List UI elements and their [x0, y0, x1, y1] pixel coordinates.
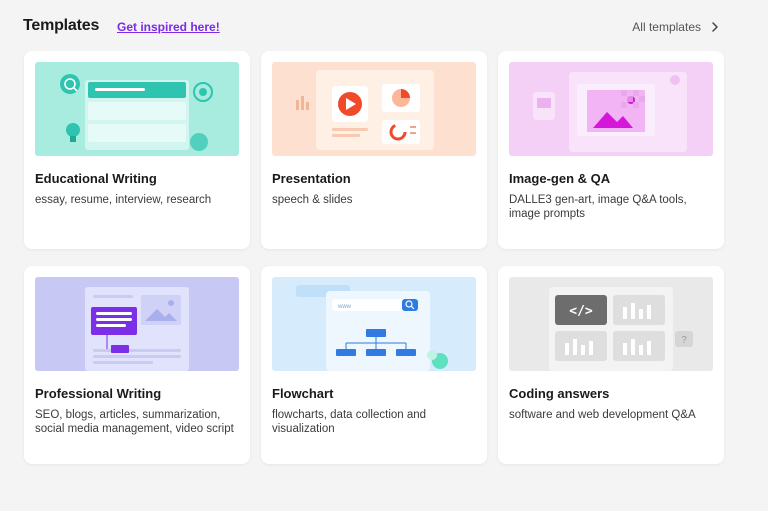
presentation-illustration — [272, 62, 476, 156]
card-description: software and web development Q&A — [509, 409, 696, 421]
template-card-professional-writing[interactable]: Professional Writing SEO, blogs, article… — [24, 266, 250, 464]
card-title: Educational Writing — [35, 171, 157, 186]
card-title: Image-gen & QA — [509, 171, 611, 186]
card-title: Presentation — [272, 171, 351, 186]
template-card-flowchart[interactable]: www Flowchart flowcharts, data collectio… — [261, 266, 487, 464]
card-description: essay, resume, interview, research — [35, 194, 212, 206]
professional-writing-illustration — [35, 277, 239, 371]
card-description: flowcharts, data collection and visualiz… — [272, 409, 427, 435]
educational-writing-illustration — [35, 62, 239, 156]
image-gen-illustration — [509, 62, 713, 156]
card-title: Professional Writing — [35, 386, 162, 401]
templates-header: Templates Get inspired here! All templat… — [23, 16, 723, 40]
template-card-presentation[interactable]: Presentation speech & slides — [261, 51, 487, 249]
flowchart-illustration: www — [272, 277, 476, 371]
page-title: Templates — [23, 17, 100, 34]
template-card-coding-answers[interactable]: </> ? Coding answers software and web de… — [498, 266, 724, 464]
get-inspired-link[interactable]: Get inspired here! — [117, 20, 220, 34]
card-title: Flowchart — [272, 386, 334, 401]
template-card-educational-writing[interactable]: Educational Writing essay, resume, inter… — [24, 51, 250, 249]
card-title: Coding answers — [509, 386, 610, 401]
all-templates-link[interactable]: All templates — [632, 20, 721, 34]
svg-text:?: ? — [681, 335, 687, 346]
svg-text:www: www — [337, 304, 352, 310]
card-description: DALLE3 gen-art, image Q&A tools, image p… — [509, 194, 687, 220]
chevron-right-icon — [712, 22, 718, 32]
template-card-image-gen-qa[interactable]: Image-gen & QA DALLE3 gen-art, image Q&A… — [498, 51, 724, 249]
card-description: speech & slides — [272, 194, 353, 206]
card-description: SEO, blogs, articles, summarization, soc… — [35, 409, 234, 435]
code-illustration: </> ? — [509, 277, 713, 371]
all-templates-label: All templates — [632, 20, 701, 34]
svg-text:</>: </> — [569, 304, 593, 319]
